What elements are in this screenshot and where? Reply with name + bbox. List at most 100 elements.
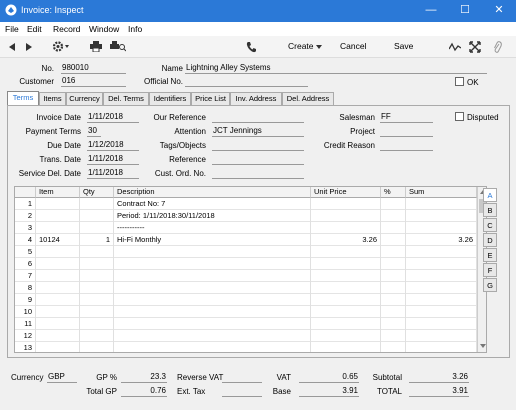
table-row[interactable]: 1 Contract No: 7 [15, 198, 478, 210]
sum-cell[interactable] [406, 330, 477, 342]
qty-cell[interactable] [80, 258, 114, 270]
table-row[interactable]: 2 Period: 1/11/2018:30/11/2018 [15, 210, 478, 222]
gear-icon[interactable] [52, 40, 70, 53]
table-row[interactable]: 11 [15, 318, 478, 330]
side-tab-f[interactable]: F [483, 263, 497, 277]
item-cell[interactable] [36, 270, 80, 282]
qty-cell[interactable] [80, 306, 114, 318]
percent-cell[interactable] [381, 198, 406, 210]
side-tab-a[interactable]: A [483, 188, 497, 202]
tab-del-terms[interactable]: Del. Terms [103, 92, 149, 105]
qty-cell[interactable] [80, 294, 114, 306]
item-cell[interactable] [36, 258, 80, 270]
maximize-button[interactable]: ☐ [448, 0, 482, 22]
item-cell[interactable] [36, 330, 80, 342]
name-field[interactable]: Lightning Alley Systems [185, 63, 487, 74]
previous-record-icon[interactable] [8, 42, 16, 52]
percent-cell[interactable] [381, 294, 406, 306]
description-cell[interactable]: ----------- [114, 222, 311, 234]
item-cell[interactable] [36, 198, 80, 210]
sum-cell[interactable] [406, 222, 477, 234]
unit-price-cell[interactable] [311, 306, 381, 318]
attachment-icon[interactable] [493, 41, 502, 54]
sum-cell[interactable] [406, 294, 477, 306]
customer-field[interactable]: 016 [61, 76, 126, 87]
percent-cell[interactable] [381, 318, 406, 330]
unit-price-cell[interactable] [311, 198, 381, 210]
menu-edit[interactable]: Edit [27, 24, 42, 34]
table-row[interactable]: 13 [15, 342, 478, 352]
sum-cell[interactable] [406, 318, 477, 330]
menu-file[interactable]: File [5, 24, 19, 34]
percent-cell[interactable] [381, 234, 406, 246]
sum-cell[interactable] [406, 270, 477, 282]
description-cell[interactable] [114, 330, 311, 342]
side-tab-c[interactable]: C [483, 218, 497, 232]
sum-cell[interactable] [406, 306, 477, 318]
percent-cell[interactable] [381, 258, 406, 270]
item-cell[interactable]: 10124 [36, 234, 80, 246]
create-button[interactable]: Create [288, 41, 314, 51]
no-field[interactable]: 980010 [61, 63, 126, 74]
minimize-button[interactable]: — [414, 0, 448, 22]
menu-record[interactable]: Record [53, 24, 80, 34]
qty-cell[interactable] [80, 270, 114, 282]
unit-price-cell[interactable]: 3.26 [311, 234, 381, 246]
item-cell[interactable] [36, 246, 80, 258]
unit-price-cell[interactable] [311, 246, 381, 258]
close-button[interactable]: ✕ [482, 0, 516, 22]
cust-ord-no-field[interactable] [212, 168, 304, 179]
tab-currency[interactable]: Currency [66, 92, 103, 105]
table-row[interactable]: 6 [15, 258, 478, 270]
grid-header-unit-price[interactable]: Unit Price [311, 187, 381, 198]
table-row[interactable]: 10 [15, 306, 478, 318]
ok-checkbox[interactable] [455, 77, 464, 86]
percent-cell[interactable] [381, 306, 406, 318]
qty-cell[interactable]: 1 [80, 234, 114, 246]
attention-field[interactable]: JCT Jennings [212, 126, 304, 137]
unit-price-cell[interactable] [311, 342, 381, 352]
next-record-icon[interactable] [25, 42, 33, 52]
tab-del-address[interactable]: Del. Address [282, 92, 334, 105]
description-cell[interactable] [114, 282, 311, 294]
item-cell[interactable] [36, 210, 80, 222]
description-cell[interactable] [114, 294, 311, 306]
print-preview-icon[interactable] [110, 41, 126, 52]
unit-price-cell[interactable] [311, 258, 381, 270]
unit-price-cell[interactable] [311, 282, 381, 294]
menu-window[interactable]: Window [89, 24, 119, 34]
sum-cell[interactable] [406, 282, 477, 294]
grid-header-item[interactable]: Item [36, 187, 80, 198]
sum-cell[interactable] [406, 198, 477, 210]
percent-cell[interactable] [381, 270, 406, 282]
unit-price-cell[interactable] [311, 270, 381, 282]
sum-cell[interactable] [406, 258, 477, 270]
description-cell[interactable]: Hi-Fi Monthly [114, 234, 311, 246]
trans-date-field[interactable]: 1/11/2018 [87, 154, 139, 165]
tab-items[interactable]: Items [39, 92, 66, 105]
payment-terms-field[interactable]: 30 [87, 126, 101, 137]
table-row[interactable]: 12 [15, 330, 478, 342]
official-no-field[interactable] [185, 76, 308, 87]
credit-reason-field[interactable] [380, 140, 433, 151]
table-row[interactable]: 8 [15, 282, 478, 294]
tab-terms[interactable]: Terms [7, 91, 39, 105]
disputed-checkbox[interactable] [455, 112, 464, 121]
item-cell[interactable] [36, 318, 80, 330]
unit-price-cell[interactable] [311, 330, 381, 342]
currency-field[interactable]: GBP [47, 372, 77, 383]
side-tab-g[interactable]: G [483, 278, 497, 292]
side-tab-b[interactable]: B [483, 203, 497, 217]
chevron-down-icon[interactable] [316, 45, 322, 49]
qty-cell[interactable] [80, 210, 114, 222]
description-cell[interactable] [114, 270, 311, 282]
qty-cell[interactable] [80, 222, 114, 234]
qty-cell[interactable] [80, 198, 114, 210]
invoice-date-field[interactable]: 1/11/2018 [87, 112, 139, 123]
percent-cell[interactable] [381, 330, 406, 342]
tab-price-list[interactable]: Price List [191, 92, 230, 105]
item-cell[interactable] [36, 294, 80, 306]
project-field[interactable] [380, 126, 433, 137]
description-cell[interactable]: Period: 1/11/2018:30/11/2018 [114, 210, 311, 222]
qty-cell[interactable] [80, 330, 114, 342]
